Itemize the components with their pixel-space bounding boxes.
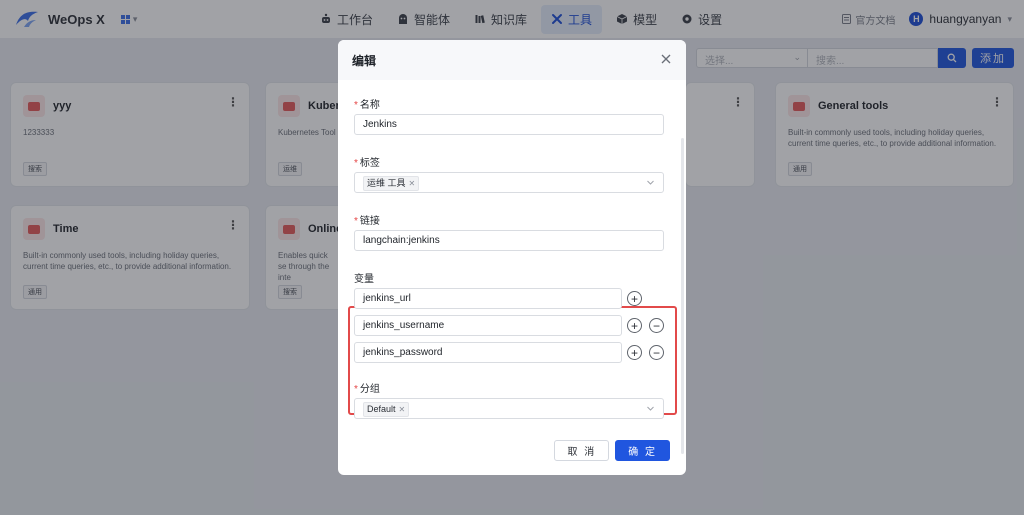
group-chip: Default ✕ bbox=[363, 402, 410, 417]
required-mark: * bbox=[354, 100, 358, 111]
modal-footer: 取 消 确 定 bbox=[554, 440, 670, 461]
cancel-button[interactable]: 取 消 bbox=[554, 440, 610, 461]
add-variable-button[interactable]: + bbox=[627, 291, 642, 306]
variable-input[interactable]: jenkins_username bbox=[354, 315, 622, 336]
label-text: 标签 bbox=[359, 158, 380, 169]
remove-variable-button[interactable]: − bbox=[649, 318, 664, 333]
remove-variable-button[interactable]: − bbox=[649, 345, 664, 360]
tag-chip: 运维 工具 ✕ bbox=[363, 176, 420, 191]
variable-input[interactable]: jenkins_url bbox=[354, 288, 622, 309]
link-input[interactable]: langchain:jenkins bbox=[354, 230, 664, 251]
group-label: * 分组 bbox=[354, 380, 380, 395]
variables-label: 变量 bbox=[354, 274, 374, 285]
tags-select[interactable]: 运维 工具 ✕ bbox=[354, 172, 664, 193]
group-select[interactable]: Default ✕ bbox=[354, 398, 664, 419]
chip-label: 运维 工具 bbox=[367, 178, 406, 188]
required-mark: * bbox=[354, 384, 358, 395]
confirm-button[interactable]: 确 定 bbox=[615, 440, 670, 461]
input-value: Jenkins bbox=[363, 119, 397, 130]
required-mark: * bbox=[354, 158, 358, 169]
input-value: jenkins_password bbox=[363, 347, 443, 358]
add-variable-button[interactable]: + bbox=[627, 318, 642, 333]
required-mark: * bbox=[354, 216, 358, 227]
close-icon[interactable]: ✕ bbox=[399, 405, 406, 414]
label-text: 分组 bbox=[359, 384, 380, 395]
label-text: 链接 bbox=[359, 216, 380, 227]
modal-body: * 名称 Jenkins * 标签 运维 工具 ✕ * 链接 langchain:jen… bbox=[338, 80, 686, 475]
link-label: * 链接 bbox=[354, 212, 380, 227]
input-value: jenkins_username bbox=[363, 320, 445, 331]
name-label: * 名称 bbox=[354, 96, 380, 111]
chevron-down-icon bbox=[647, 406, 654, 411]
close-icon[interactable]: ✕ bbox=[409, 179, 416, 188]
label-text: 名称 bbox=[359, 100, 380, 111]
input-value: jenkins_url bbox=[363, 293, 411, 304]
name-input[interactable]: Jenkins bbox=[354, 114, 664, 135]
edit-tool-modal: 编辑 * 名称 Jenkins * 标签 运维 工具 ✕ * 链接 langchain:… bbox=[338, 40, 686, 475]
close-icon[interactable] bbox=[659, 52, 673, 66]
modal-title: 编辑 bbox=[352, 53, 377, 68]
modal-header: 编辑 bbox=[338, 40, 686, 80]
scrollbar[interactable] bbox=[681, 138, 684, 454]
chip-label: Default bbox=[367, 404, 396, 414]
tags-label: * 标签 bbox=[354, 154, 380, 169]
input-value: langchain:jenkins bbox=[363, 235, 440, 246]
variable-input[interactable]: jenkins_password bbox=[354, 342, 622, 363]
chevron-down-icon bbox=[647, 180, 654, 185]
add-variable-button[interactable]: + bbox=[627, 345, 642, 360]
